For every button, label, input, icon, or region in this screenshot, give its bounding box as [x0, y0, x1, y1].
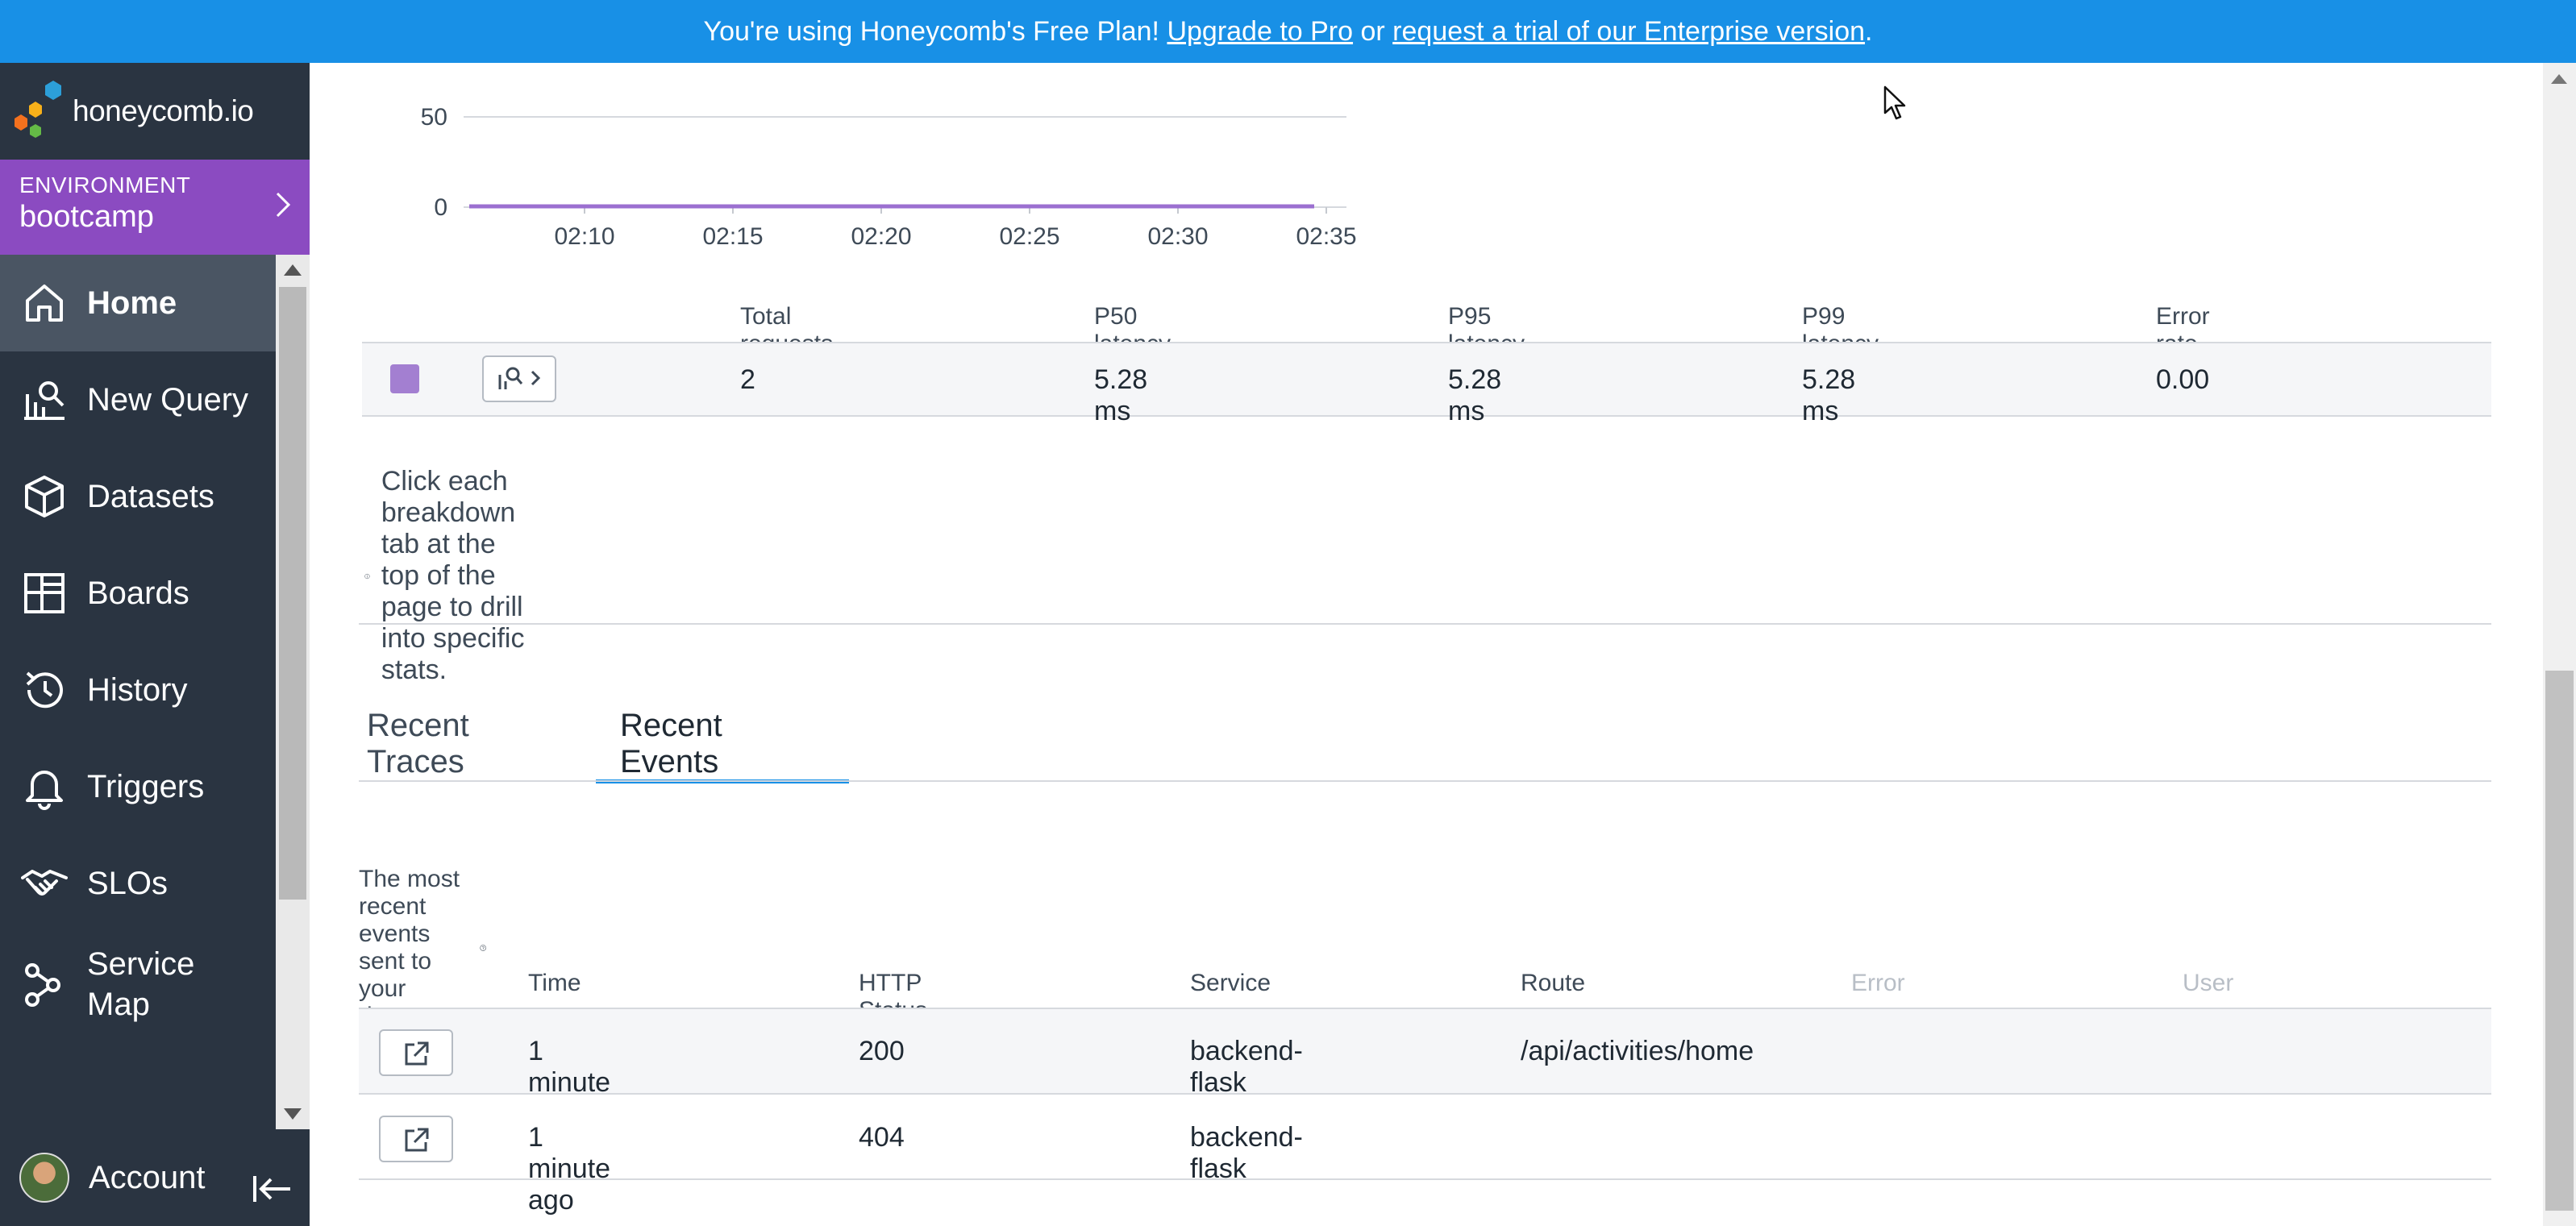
bell-icon	[21, 763, 68, 810]
chart-grid	[464, 116, 1346, 208]
handshake-icon	[21, 860, 68, 907]
events-header-time[interactable]: Time	[528, 970, 581, 997]
table-row	[359, 1009, 2491, 1095]
sidebar-item-label: Triggers	[87, 769, 205, 804]
upgrade-to-pro-link[interactable]: Upgrade to Pro	[1167, 16, 1353, 48]
events-header-service[interactable]: Service	[1190, 970, 1271, 997]
help-icon[interactable]	[480, 933, 487, 963]
tab-recent-traces[interactable]: Recent Traces	[367, 708, 469, 780]
sidebar-scrollbar-thumb[interactable]	[279, 287, 306, 900]
sidebar-item-slos[interactable]: SLOs	[0, 835, 276, 932]
cube-icon	[21, 473, 68, 520]
query-chevron-icon	[498, 367, 541, 389]
stats-p99: 5.28 ms	[1802, 364, 1856, 426]
tab-recent-events[interactable]: Recent Events	[620, 708, 722, 780]
events-description-text: The most recent events sent to your data…	[359, 866, 460, 1029]
series-color-swatch	[390, 364, 419, 393]
mouse-cursor-icon	[1883, 85, 1906, 120]
banner-middle-text: or	[1353, 15, 1393, 47]
request-enterprise-trial-link[interactable]: request a trial of our Enterprise versio…	[1392, 16, 1865, 48]
sidebar-item-label: New Query	[87, 382, 249, 418]
honeycomb-logo[interactable]: honeycomb.io	[0, 63, 310, 160]
page-scrollbar[interactable]	[2543, 63, 2576, 1226]
breakdown-info-text: Click each breakdown tab at the top of t…	[381, 466, 525, 685]
plan-banner: You're using Honeycomb's Free Plan! Upgr…	[0, 0, 2576, 63]
open-event-button[interactable]	[379, 1116, 453, 1162]
sidebar: honeycomb.io ENVIRONMENT bootcamp Home N…	[0, 63, 310, 1226]
sidebar-item-triggers[interactable]: Triggers	[0, 738, 276, 835]
banner-prefix-text: You're using Honeycomb's Free Plan!	[703, 15, 1167, 47]
chevron-right-icon	[276, 192, 291, 218]
sidebar-item-label: SLOs	[87, 866, 169, 901]
events-header-route[interactable]: Route	[1521, 970, 1585, 997]
tabs-divider	[359, 780, 2491, 782]
logo-text: honeycomb.io	[73, 94, 254, 127]
home-icon	[21, 280, 68, 326]
stats-p50: 5.28 ms	[1094, 364, 1148, 426]
sidebar-item-history[interactable]: History	[0, 642, 276, 738]
section-divider	[359, 623, 2491, 625]
scroll-up-arrow-icon[interactable]	[284, 264, 302, 276]
y-tick-label: 0	[434, 194, 447, 221]
environment-label: ENVIRONMENT	[19, 172, 191, 197]
x-tick-label: 02:35	[1296, 223, 1356, 250]
sidebar-nav: Home New Query Datasets Boards History T…	[0, 255, 276, 1129]
event-time: 1 minute ago	[528, 1122, 611, 1216]
event-http-status: 404	[859, 1122, 905, 1153]
event-service: backend-flask	[1190, 1036, 1303, 1098]
sidebar-item-new-query[interactable]: New Query	[0, 351, 276, 448]
x-tick-label: 02:25	[999, 223, 1059, 250]
banner-suffix-text: .	[1865, 15, 1873, 47]
view-in-query-button[interactable]	[482, 355, 556, 402]
sidebar-scrollbar[interactable]	[276, 255, 310, 1129]
events-description: The most recent events sent to your data…	[359, 866, 487, 1030]
sidebar-item-label: Home	[87, 285, 177, 321]
external-link-icon	[405, 1041, 429, 1066]
query-icon	[21, 376, 68, 423]
requests-chart: 0 50 02:10 02:15 02:20 02:25 02:30 02:35	[421, 104, 1357, 250]
external-link-icon	[405, 1128, 429, 1152]
history-icon	[21, 667, 68, 713]
environment-selector[interactable]: ENVIRONMENT bootcamp	[0, 160, 310, 255]
events-header-error[interactable]: Error	[1851, 970, 1905, 997]
x-tick-label: 02:10	[554, 223, 614, 250]
events-header-user[interactable]: User	[2183, 970, 2233, 997]
scroll-down-arrow-icon[interactable]	[284, 1108, 302, 1120]
stats-p95: 5.28 ms	[1448, 364, 1502, 426]
sidebar-item-label: Service Map	[87, 946, 195, 1022]
sidebar-item-home[interactable]: Home	[0, 255, 276, 351]
event-route: /api/activities/home	[1521, 1036, 1754, 1066]
x-tick-label: 02:20	[851, 223, 911, 250]
x-tick-label: 02:15	[702, 223, 763, 250]
info-icon	[364, 573, 370, 579]
sidebar-item-boards[interactable]: Boards	[0, 545, 276, 642]
x-tick-label: 02:30	[1147, 223, 1208, 250]
chart-x-axis: 02:10 02:15 02:20 02:25 02:30 02:35	[554, 207, 1357, 250]
sidebar-item-label: Boards	[87, 576, 189, 611]
table-row	[359, 1095, 2491, 1180]
event-http-status: 200	[859, 1036, 905, 1066]
breakdown-info: Click each breakdown tab at the top of t…	[364, 466, 540, 686]
avatar	[19, 1153, 69, 1203]
page-scrollbar-thumb[interactable]	[2545, 671, 2574, 1211]
service-map-icon	[21, 961, 68, 1008]
honeycomb-logo-icon	[15, 81, 61, 138]
stats-error-rate: 0.00	[2156, 364, 2210, 395]
sidebar-item-service-map[interactable]: Service Map	[0, 932, 276, 1037]
sidebar-item-label: Datasets	[87, 479, 214, 514]
scroll-up-arrow-icon[interactable]	[2551, 74, 2567, 84]
environment-name: bootcamp	[19, 200, 154, 234]
sidebar-item-datasets[interactable]: Datasets	[0, 448, 276, 545]
grid-icon	[21, 570, 68, 617]
event-service: backend-flask	[1190, 1122, 1303, 1184]
account-label: Account	[89, 1159, 206, 1195]
sidebar-item-label: History	[87, 672, 188, 708]
stats-total-requests: 2	[740, 364, 755, 395]
collapse-sidebar-icon[interactable]	[250, 1171, 295, 1207]
y-tick-label: 50	[421, 104, 447, 131]
chart-y-axis: 0 50	[421, 104, 447, 221]
open-event-button[interactable]	[379, 1029, 453, 1076]
